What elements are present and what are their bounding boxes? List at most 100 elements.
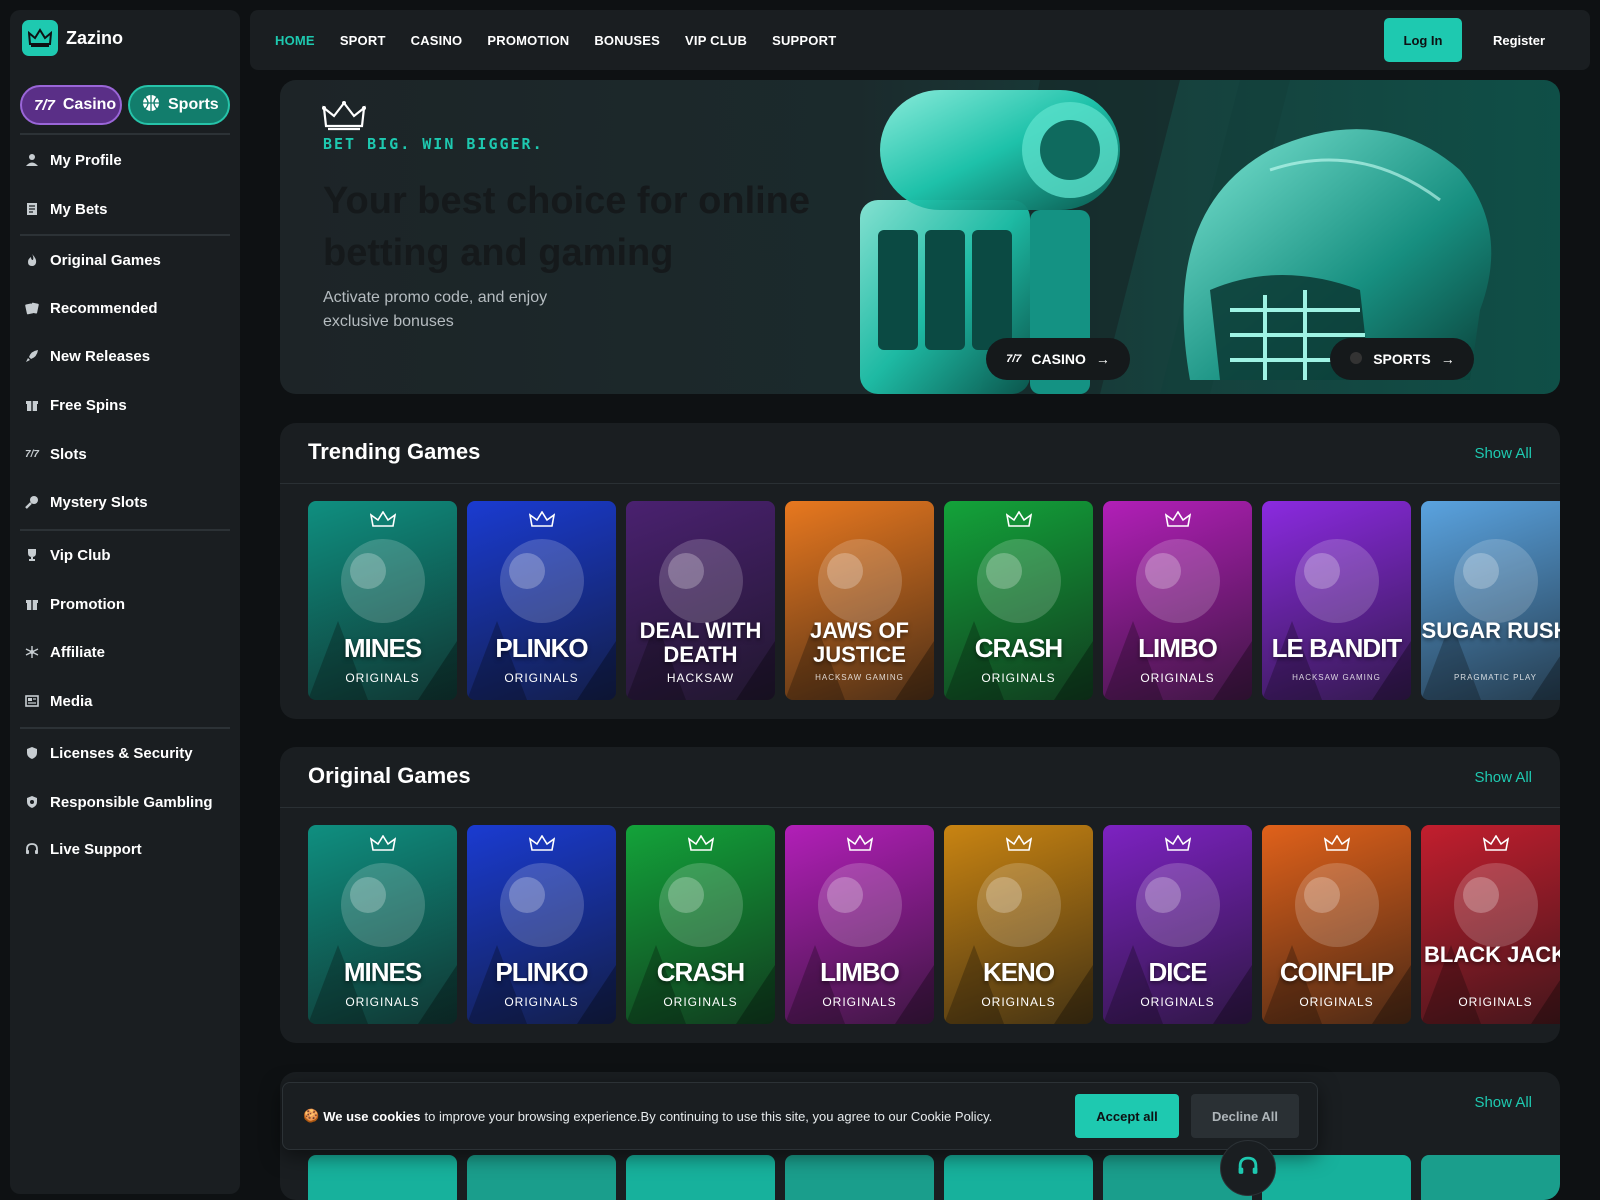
sidebar-item-new-releases[interactable]: New Releases: [24, 341, 230, 371]
game-card-title: PLINKO: [495, 633, 588, 663]
crown-icon: [1323, 834, 1351, 858]
sidebar-item-slots[interactable]: 7/7 Slots: [24, 439, 230, 469]
sidebar-item-free-spins[interactable]: Free Spins: [24, 390, 230, 420]
nav-sport[interactable]: SPORT: [340, 33, 386, 48]
game-card-art: [1421, 539, 1560, 700]
game-card-title: LE BANDIT: [1271, 633, 1403, 663]
game-card-title: LIMBO: [820, 957, 900, 987]
game-card[interactable]: LIMBO ORIGINALS: [785, 825, 934, 1024]
login-button[interactable]: Log In: [1384, 18, 1462, 62]
game-card[interactable]: JAWS OF JUSTICE HACKSAW GAMING: [785, 501, 934, 700]
game-card[interactable]: [944, 1155, 1093, 1200]
game-card[interactable]: [1421, 1155, 1560, 1200]
accept-cookies-button[interactable]: Accept all: [1075, 1094, 1179, 1138]
game-card-row: [308, 1155, 1560, 1200]
game-card-provider: ORIGINALS: [1458, 995, 1533, 1009]
nav-vip-club[interactable]: VIP CLUB: [685, 33, 747, 48]
game-card-provider: ORIGINALS: [504, 671, 579, 685]
game-card[interactable]: PLINKO ORIGINALS: [467, 825, 616, 1024]
trending-games-section: Trending Games Show All MINES ORIGINALS PL…: [280, 423, 1560, 719]
hero-sports-button[interactable]: SPORTS →: [1330, 338, 1474, 380]
sidebar-item-media[interactable]: Media: [24, 686, 230, 716]
sidebar-item-affiliate[interactable]: Affiliate: [24, 637, 230, 667]
crown-icon: [1164, 510, 1192, 534]
mystery-icon: [24, 494, 40, 510]
sidebar-item-recommended[interactable]: Recommended: [24, 293, 230, 323]
brand[interactable]: Zazino: [22, 20, 123, 56]
sidebar-item-vip-club[interactable]: Vip Club: [24, 540, 230, 570]
game-card[interactable]: [1262, 1155, 1411, 1200]
game-card[interactable]: DEAL WITH DEATH HACKSAW: [626, 501, 775, 700]
sidebar-divider: [20, 133, 230, 135]
trophy-icon: [24, 547, 40, 563]
game-card-title: PLINKO: [495, 957, 588, 987]
game-card[interactable]: LIMBO ORIGINALS: [1103, 501, 1252, 700]
sidebar-item-my-bets[interactable]: My Bets: [24, 194, 230, 224]
sidebar-divider: [20, 727, 230, 729]
sidebar-item-label: Affiliate: [50, 643, 106, 661]
decline-cookies-button[interactable]: Decline All: [1191, 1094, 1299, 1138]
nav-bonuses[interactable]: BONUSES: [594, 33, 660, 48]
crown-icon: [528, 510, 556, 534]
nav-home[interactable]: HOME: [275, 33, 315, 48]
game-card[interactable]: CRASH ORIGINALS: [626, 825, 775, 1024]
sidebar-item-live-support[interactable]: Live Support: [24, 834, 230, 864]
game-card-provider: ORIGINALS: [345, 995, 420, 1009]
nav-support[interactable]: SUPPORT: [772, 33, 836, 48]
game-card-title: COINFLIP: [1279, 957, 1394, 987]
game-card[interactable]: COINFLIP ORIGINALS: [1262, 825, 1411, 1024]
game-card-art: [785, 539, 934, 700]
casino-mode-button[interactable]: 7/7 Casino: [20, 85, 122, 125]
game-card[interactable]: PLINKO ORIGINALS: [467, 501, 616, 700]
game-card[interactable]: DICE ORIGINALS: [1103, 825, 1252, 1024]
game-card-row: MINES ORIGINALS PLINKO ORIGINALS CRASH ORIGIN…: [308, 825, 1560, 1024]
sports-mode-button[interactable]: Sports: [128, 85, 230, 125]
game-card-title: BLACK JACK: [1424, 942, 1560, 967]
game-card[interactable]: KENO ORIGINALS: [944, 825, 1093, 1024]
cookie-banner: 🍪 We use cookies to improve your browsin…: [282, 1082, 1318, 1150]
game-card-provider: ORIGINALS: [981, 671, 1056, 685]
game-card[interactable]: [626, 1155, 775, 1200]
sidebar-item-mystery-slots[interactable]: Mystery Slots: [24, 487, 230, 517]
show-all-link[interactable]: Show All: [1474, 1094, 1532, 1111]
show-all-link[interactable]: Show All: [1474, 445, 1532, 462]
game-card-provider: ORIGINALS: [1140, 995, 1215, 1009]
game-card[interactable]: [467, 1155, 616, 1200]
crown-icon: [1164, 834, 1192, 858]
sidebar-item-label: Live Support: [50, 840, 142, 858]
game-card[interactable]: LE BANDIT HACKSAW GAMING: [1262, 501, 1411, 700]
sidebar-item-responsible-gambling[interactable]: Responsible Gambling: [24, 787, 230, 817]
game-card-provider: ORIGINALS: [345, 671, 420, 685]
hero-casino-button[interactable]: 7/7 CASINO →: [986, 338, 1130, 380]
register-button[interactable]: Register: [1468, 18, 1570, 62]
media-icon: [24, 693, 40, 709]
section-divider: [280, 483, 1560, 484]
brand-name: Zazino: [66, 27, 123, 48]
live-support-button[interactable]: [1220, 1140, 1276, 1196]
game-card[interactable]: [308, 1155, 457, 1200]
game-card[interactable]: [785, 1155, 934, 1200]
sidebar-item-promotion[interactable]: Promotion: [24, 589, 230, 619]
nav-promotion[interactable]: PROMOTION: [487, 33, 569, 48]
show-all-link[interactable]: Show All: [1474, 769, 1532, 786]
game-card[interactable]: MINES ORIGINALS: [308, 825, 457, 1024]
nav-casino[interactable]: CASINO: [411, 33, 463, 48]
game-card[interactable]: CRASH ORIGINALS: [944, 501, 1093, 700]
game-card-provider: HACKSAW GAMING: [1292, 673, 1381, 682]
game-card-provider: ORIGINALS: [981, 995, 1056, 1009]
sidebar-item-licenses-security[interactable]: Licenses & Security: [24, 738, 230, 768]
crown-icon: [528, 834, 556, 858]
game-card[interactable]: BLACK JACK ORIGINALS: [1421, 825, 1560, 1024]
shield-icon: [24, 745, 40, 761]
hero-subtitle: Activate promo code, and enjoy exclusive…: [323, 289, 548, 330]
arrow-right-icon: →: [1095, 351, 1110, 367]
sidebar-item-original-games[interactable]: Original Games: [24, 245, 230, 275]
cookie-text: to improve your browsing experience.By c…: [424, 1108, 993, 1124]
game-card[interactable]: SUGAR RUSH PRAGMATIC PLAY: [1421, 501, 1560, 700]
sidebar-item-my-profile[interactable]: My Profile: [24, 145, 230, 175]
sidebar-item-label: Free Spins: [50, 396, 127, 414]
sidebar: Zazino 7/7 Casino Sports My Profile My B…: [10, 10, 240, 1194]
crown-icon: [1005, 510, 1033, 534]
game-card[interactable]: MINES ORIGINALS: [308, 501, 457, 700]
game-card-title: JAWS OF JUSTICE: [809, 618, 909, 667]
